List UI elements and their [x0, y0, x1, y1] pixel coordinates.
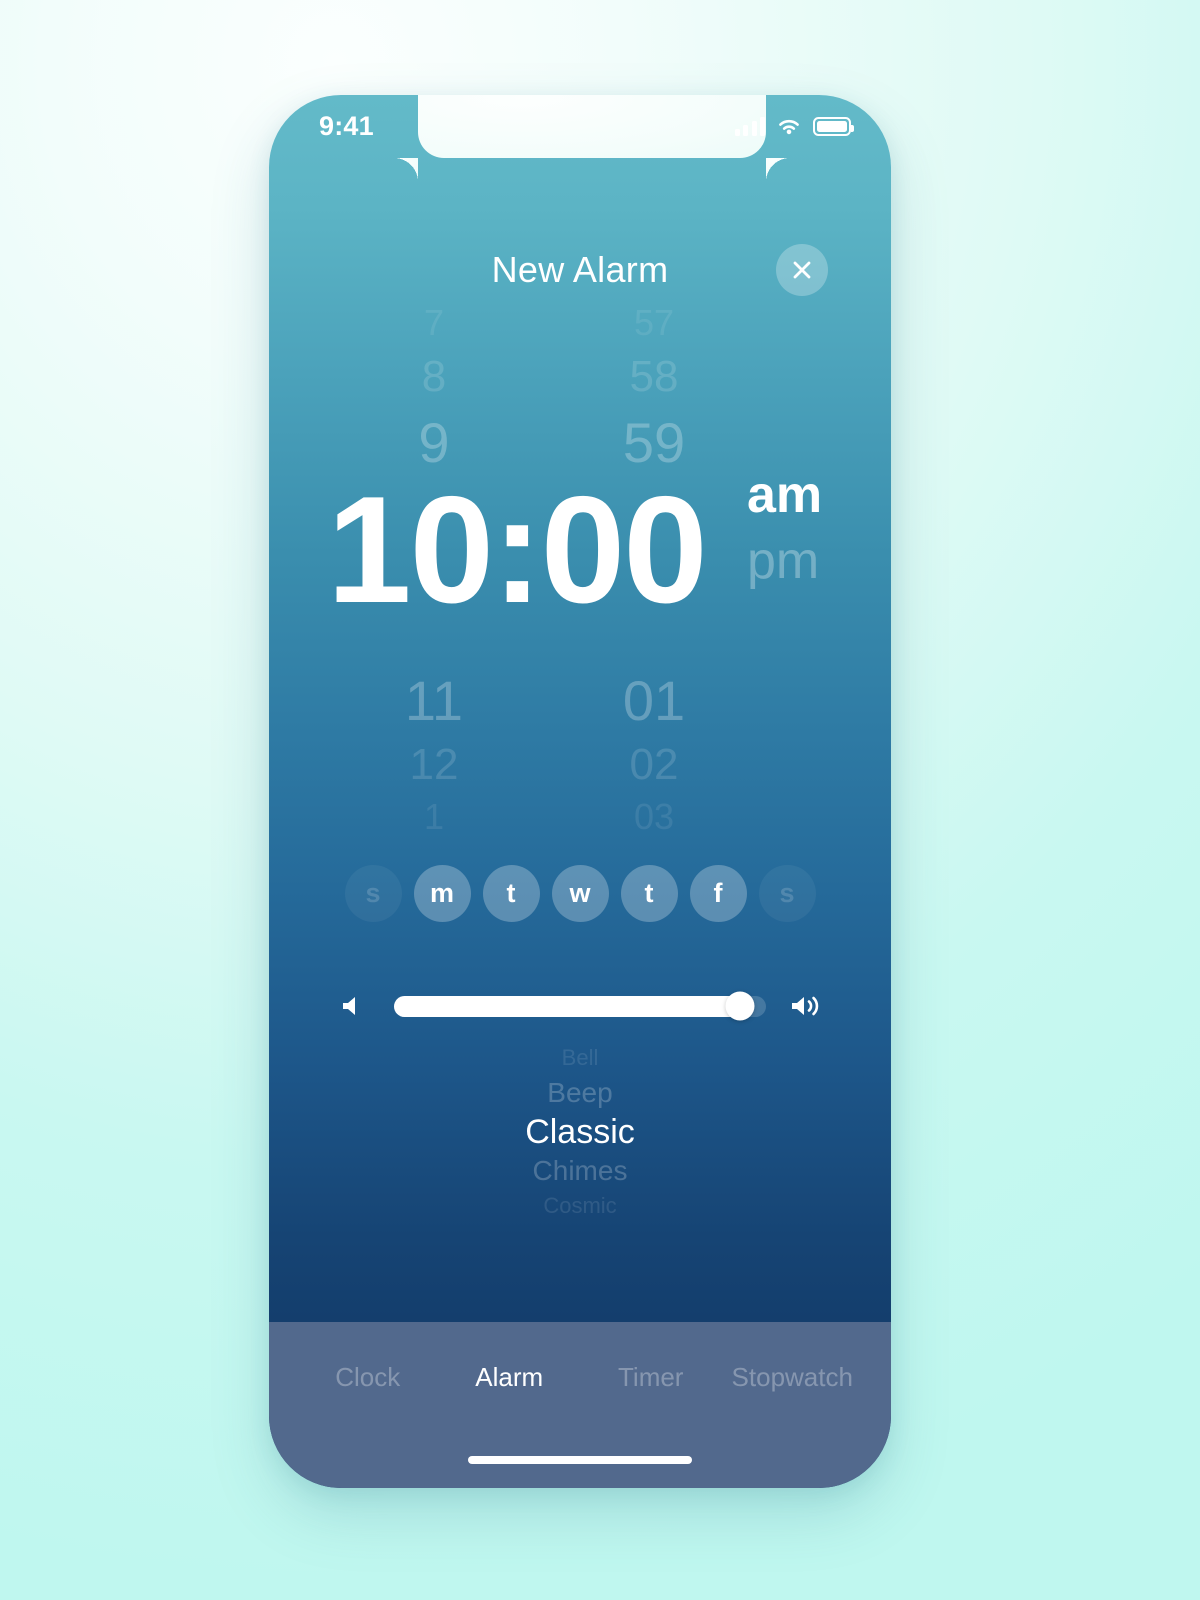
- sound-option[interactable]: Beep: [547, 1079, 612, 1107]
- day-label: s: [779, 878, 795, 908]
- sound-option[interactable]: Bell: [562, 1047, 599, 1069]
- day-toggle-saturday[interactable]: s: [758, 865, 816, 922]
- selected-time-display[interactable]: 10:00: [327, 474, 708, 626]
- minute-option[interactable]: 02: [630, 743, 679, 787]
- notch-corner-right: [766, 158, 790, 182]
- day-label: t: [506, 878, 516, 908]
- screen-header: New Alarm: [269, 230, 891, 310]
- sound-option[interactable]: Chimes: [533, 1157, 628, 1185]
- phone-frame: 9:41 New Alarm 7 8 9 11 12 1 57 58 59 01…: [269, 95, 891, 1488]
- hour-option[interactable]: 11: [405, 673, 463, 729]
- sound-option-selected[interactable]: Classic: [525, 1115, 635, 1149]
- status-bar-icons: [734, 117, 854, 136]
- day-toggle-thursday[interactable]: t: [620, 865, 678, 922]
- day-toggle-wednesday[interactable]: w: [551, 865, 609, 922]
- day-toggle-tuesday[interactable]: t: [482, 865, 540, 922]
- volume-control[interactable]: [269, 978, 891, 1034]
- bottom-tab-bar: Clock Alarm Timer Stopwatch: [269, 1322, 891, 1488]
- meridiem-pm-option[interactable]: pm: [747, 535, 822, 587]
- minute-below-group: 01 02 03: [623, 655, 685, 835]
- tab-timer[interactable]: Timer: [580, 1362, 722, 1393]
- tab-stopwatch[interactable]: Stopwatch: [722, 1362, 864, 1393]
- sound-picker[interactable]: Bell Beep Classic Chimes Cosmic: [269, 1047, 891, 1217]
- day-label: m: [429, 878, 454, 908]
- minute-option[interactable]: 01: [623, 673, 685, 729]
- meridiem-picker[interactable]: am pm: [747, 469, 822, 587]
- volume-high-icon: [786, 993, 828, 1019]
- hour-option[interactable]: 7: [424, 305, 444, 341]
- day-toggle-friday[interactable]: f: [689, 865, 747, 922]
- hour-above-group: 7 8 9: [418, 305, 449, 489]
- volume-low-icon: [332, 994, 374, 1018]
- close-icon: [793, 261, 811, 279]
- minute-option[interactable]: 57: [634, 305, 674, 341]
- day-toggle-monday[interactable]: m: [413, 865, 471, 922]
- day-label: t: [644, 878, 654, 908]
- volume-slider-track[interactable]: [394, 991, 766, 1021]
- cellular-signal-icon: [734, 117, 765, 136]
- minute-above-group: 57 58 59: [623, 305, 685, 489]
- volume-slider-knob[interactable]: [725, 991, 755, 1021]
- hour-below-group: 11 12 1: [405, 655, 463, 835]
- selected-time-row: 10:00 am pm: [269, 465, 891, 635]
- status-bar: 9:41: [269, 95, 891, 158]
- tab-alarm[interactable]: Alarm: [439, 1362, 581, 1393]
- sound-option[interactable]: Cosmic: [543, 1195, 616, 1217]
- tab-clock[interactable]: Clock: [297, 1362, 439, 1393]
- hour-option[interactable]: 9: [418, 415, 449, 471]
- home-indicator: [468, 1456, 692, 1464]
- wifi-icon: [779, 119, 799, 135]
- hour-option[interactable]: 12: [410, 743, 459, 787]
- minute-option[interactable]: 59: [623, 415, 685, 471]
- battery-icon: [813, 117, 854, 136]
- day-toggle-sunday[interactable]: s: [344, 865, 402, 922]
- hour-option[interactable]: 8: [422, 355, 446, 399]
- day-label: f: [713, 878, 723, 908]
- notch-corner-left: [394, 158, 418, 182]
- minute-option[interactable]: 58: [630, 355, 679, 399]
- day-label: s: [365, 878, 381, 908]
- repeat-day-selector[interactable]: s m t w t f s: [269, 865, 891, 922]
- minute-option[interactable]: 03: [634, 799, 674, 835]
- hour-option[interactable]: 1: [424, 799, 444, 835]
- status-bar-time: 9:41: [319, 111, 374, 141]
- meridiem-am-option[interactable]: am: [747, 469, 822, 521]
- close-button[interactable]: [776, 244, 828, 296]
- volume-slider-fill: [394, 995, 740, 1017]
- day-label: w: [569, 878, 591, 908]
